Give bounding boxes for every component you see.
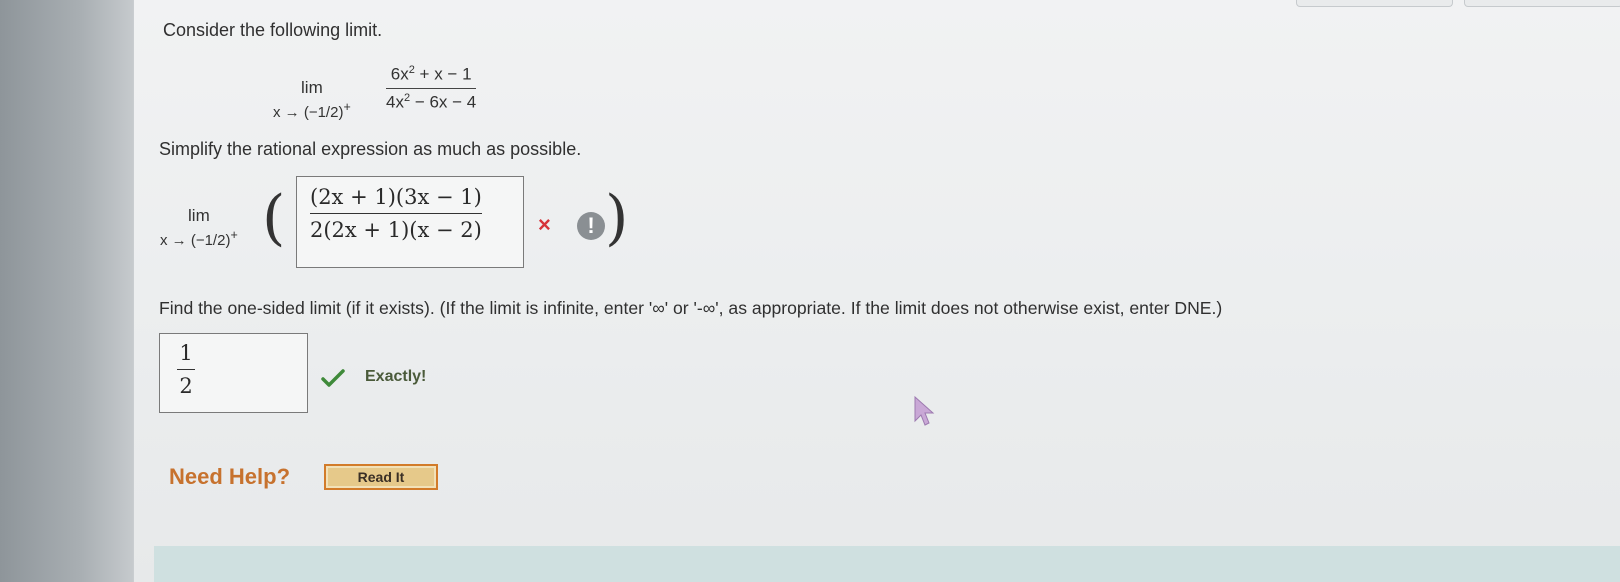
limit-approach: x → (−1/2)+ (273, 100, 351, 121)
simplified-answer-fraction: (2x + 1)(3x − 1) 2(2x + 1)(x − 2) (310, 185, 482, 242)
answer-numerator: 1 (179, 341, 193, 365)
correct-feedback: Exactly! (365, 368, 427, 385)
lim-label: lim (301, 78, 323, 97)
limit-fraction: 6x2 + x − 1 4x2 − 6x − 4 (386, 64, 477, 112)
bottom-strip (154, 546, 1620, 582)
one-sided-answer-fraction: 1 2 (177, 341, 195, 398)
open-paren: ( (262, 183, 286, 253)
close-paren: ) (605, 183, 629, 253)
simplify-prompt: Simplify the rational expression as much… (159, 139, 582, 159)
question-intro: Consider the following limit. (163, 20, 383, 40)
simplified-numerator: (2x + 1)(3x − 1) (310, 185, 482, 209)
mouse-cursor-icon (914, 395, 935, 426)
limit-approach: x → (−1/2)+ (160, 228, 238, 249)
warning-icon[interactable]: ! (577, 212, 605, 240)
question-panel (133, 0, 1620, 582)
simplified-denominator: 2(2x + 1)(x − 2) (310, 218, 482, 242)
simplified-limit-operator: lim x → (−1/2)+ (160, 206, 238, 249)
read-it-button[interactable]: Read It (324, 464, 438, 490)
check-icon (321, 369, 345, 387)
top-tab (1296, 0, 1453, 7)
limit-operator: lim x → (−1/2)+ (273, 78, 351, 121)
answer-denominator: 2 (179, 374, 193, 398)
left-margin (0, 0, 135, 582)
lim-label: lim (188, 206, 210, 225)
need-help-label: Need Help? (169, 464, 291, 489)
top-tab (1464, 0, 1620, 7)
incorrect-icon: × (538, 212, 551, 237)
limit-denominator: 4x2 − 6x − 4 (386, 91, 477, 112)
one-sided-prompt: Find the one-sided limit (if it exists).… (159, 298, 1223, 318)
limit-numerator: 6x2 + x − 1 (390, 64, 472, 84)
